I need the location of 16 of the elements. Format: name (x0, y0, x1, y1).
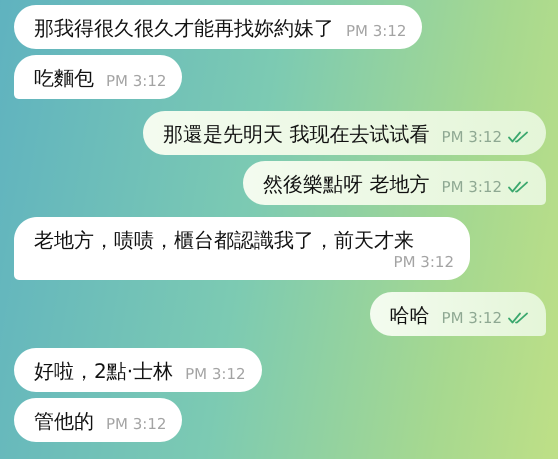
message-text: 好啦，2點·士林 (34, 358, 174, 384)
message-text: 吃麵包 (34, 65, 94, 91)
message-time: PM 3:12 (442, 128, 502, 146)
message-text: 然後樂點呀 老地方 (263, 171, 430, 197)
message-text: 管他的 (34, 408, 94, 434)
message-text: 哈哈 (390, 302, 430, 328)
message-time: PM 3:12 (185, 365, 246, 383)
message-time: PM 3:12 (394, 253, 454, 271)
message-time: PM 3:12 (442, 309, 502, 327)
message-time: PM 3:12 (346, 22, 406, 40)
message-text: 那還是先明天 我现在去试试看 (163, 121, 430, 147)
message-text: 老地方，啧啧，櫃台都認識我了，前天才来 (34, 227, 414, 253)
message-time: PM 3:12 (442, 178, 502, 196)
message-time: PM 3:12 (106, 72, 166, 90)
message-text: 那我得很久很久才能再找妳約妹了 (34, 15, 334, 41)
message-time: PM 3:12 (106, 415, 166, 433)
